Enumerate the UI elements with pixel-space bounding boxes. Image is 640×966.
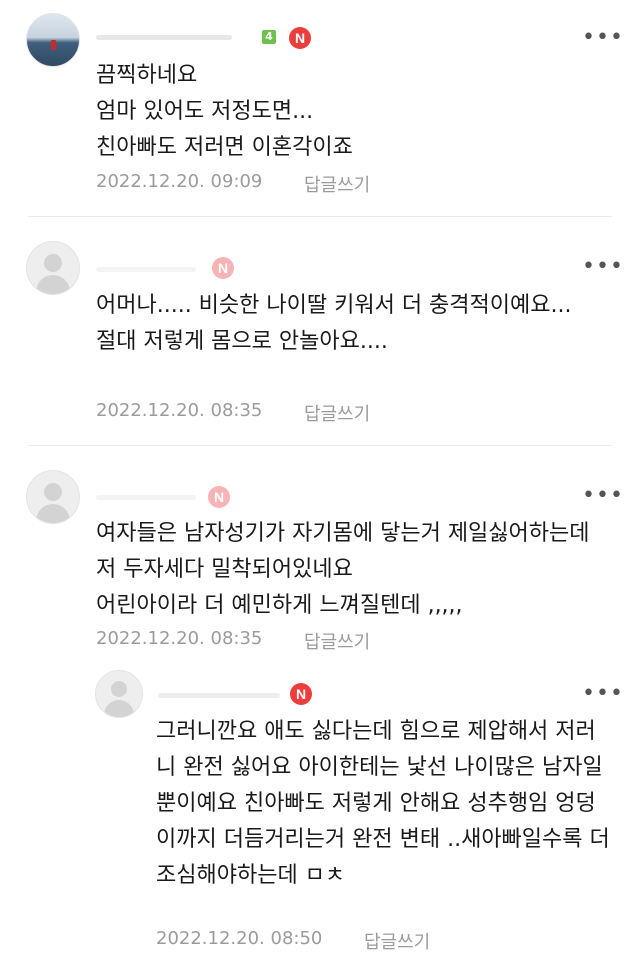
comment-line: 끔찍하네요	[96, 63, 198, 88]
divider	[28, 216, 612, 217]
new-badge: N	[289, 27, 311, 49]
comment-line: 친아빠도 저러면 이혼각이죠	[96, 135, 353, 160]
comment-line: 그러니깐요 애도 싫다는데 힘으로 제압해서 저러니 완전 싫어요 아이한테는 …	[156, 719, 610, 888]
reply-button[interactable]: 답글쓰기	[304, 628, 370, 654]
avatar-photo-detail	[51, 40, 56, 50]
user-avatar[interactable]	[26, 13, 80, 67]
username-blurred[interactable]	[158, 688, 288, 702]
divider	[28, 445, 612, 446]
reply-button[interactable]: 답글쓰기	[304, 400, 370, 426]
comment-text: 끔찍하네요 엄마 있어도 저정도면... 친아빠도 저러면 이혼각이죠	[96, 58, 606, 166]
comment-date: 2022.12.20. 08:35	[96, 400, 263, 421]
comment-text: 어머나..... 비슷한 나이딸 키워서 더 충격적이예요... 절대 저렇게 …	[96, 288, 608, 360]
new-badge: N	[212, 257, 234, 279]
user-avatar[interactable]	[95, 670, 143, 718]
more-options-icon[interactable]: •••	[582, 485, 623, 510]
more-options-icon[interactable]: •••	[582, 683, 623, 708]
comment-date: 2022.12.20. 08:35	[96, 628, 263, 649]
comment-text: 여자들은 남자성기가 자기몸에 닿는거 제일싫어하는데 저 두자세다 밀착되어있…	[96, 516, 608, 624]
comment-line: 엄마 있어도 저정도면...	[96, 99, 314, 124]
comment-line: 어머나..... 비슷한 나이딸 키워서 더 충격적이예요...	[96, 293, 572, 318]
user-avatar[interactable]	[26, 470, 80, 524]
level-badge: 4	[262, 30, 276, 44]
user-avatar[interactable]	[26, 241, 80, 295]
username-blurred[interactable]	[96, 262, 206, 276]
comment-line: 어린아이라 더 예민하게 느껴질텐데 ,,,,,	[96, 593, 463, 618]
new-badge: N	[290, 683, 312, 705]
username-blurred[interactable]	[96, 490, 206, 504]
comment-line: 절대 저렇게 몸으로 안놀아요....	[96, 329, 388, 354]
comment-line: 여자들은 남자성기가 자기몸에 닿는거 제일싫어하는데 저 두자세다 밀착되어있…	[96, 521, 590, 582]
comment-text: 그러니깐요 애도 싫다는데 힘으로 제압해서 저러니 완전 싫어요 아이한테는 …	[156, 714, 610, 894]
reply-button[interactable]: 답글쓰기	[364, 928, 430, 954]
more-options-icon[interactable]: •••	[582, 256, 623, 281]
comment-date: 2022.12.20. 08:50	[156, 928, 323, 949]
username-blurred[interactable]: 4	[96, 30, 276, 44]
more-options-icon[interactable]: •••	[582, 27, 623, 52]
new-badge: N	[208, 486, 230, 508]
comment-date: 2022.12.20. 09:09	[96, 171, 263, 192]
reply-button[interactable]: 답글쓰기	[304, 171, 370, 197]
